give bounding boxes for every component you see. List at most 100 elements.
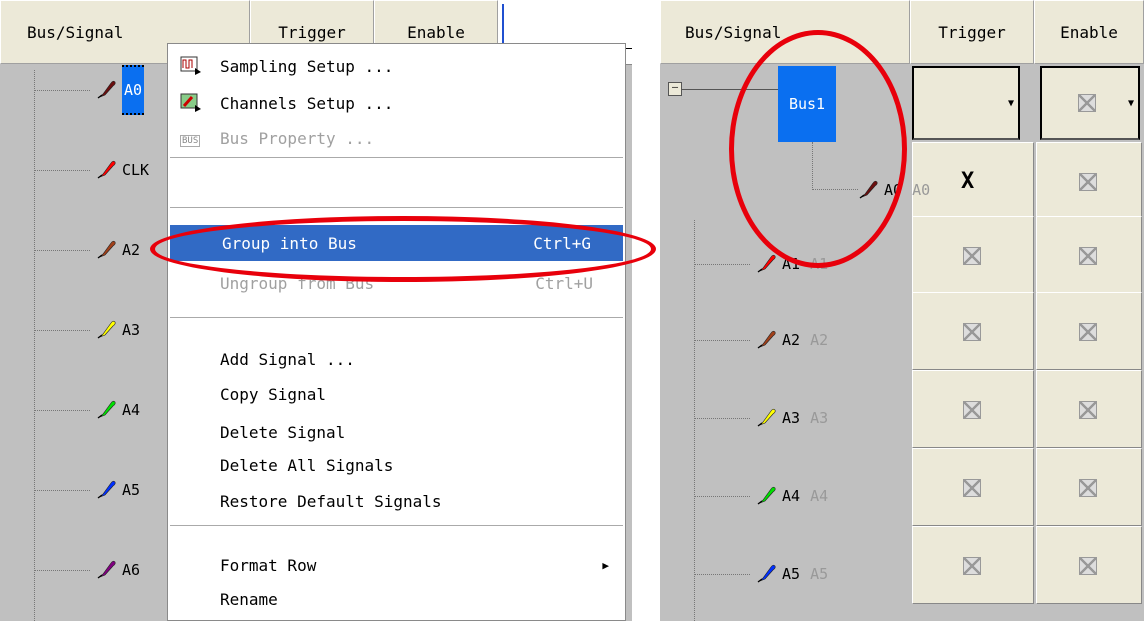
highlight-oval-right	[729, 30, 907, 268]
signal-alias: A5	[810, 565, 829, 583]
disabled-checkbox-icon	[963, 479, 981, 497]
menu-item-label: Delete All Signals	[220, 455, 394, 475]
disabled-checkbox-icon	[1079, 173, 1097, 191]
signal-row[interactable]: A3	[96, 312, 140, 348]
menu-item[interactable]: Format Row ▶	[168, 549, 625, 581]
signal-alias: A0	[912, 181, 931, 199]
enable-cell[interactable]	[1036, 292, 1142, 370]
menu-item[interactable]: Copy Signal	[168, 378, 625, 410]
signal-row[interactable]: A4	[96, 392, 140, 428]
menu-item-label: Add Signal ...	[220, 349, 355, 369]
menu-item[interactable]: Channels Setup ...	[168, 87, 625, 119]
signal-label: A3	[782, 409, 801, 427]
menu-item[interactable]: Delete All Signals	[168, 449, 625, 481]
trigger-cell[interactable]	[912, 216, 1034, 294]
tree-branch	[34, 170, 90, 171]
trigger-cell[interactable]	[912, 448, 1034, 526]
probe-icon	[756, 405, 778, 431]
bus-enable-dropdown[interactable]: ▼	[1040, 66, 1140, 140]
signal-row[interactable]: CLK	[96, 152, 149, 188]
signal-label: CLK	[122, 161, 150, 179]
menu-item[interactable]: Restore Default Signals	[168, 485, 625, 517]
menu-item[interactable]: BUS Bus Property ...	[168, 122, 625, 154]
trigger-cell[interactable]	[912, 292, 1034, 370]
trigger-header-right[interactable]: Trigger	[910, 0, 1034, 64]
probe-icon	[96, 77, 118, 103]
signal-label: A6	[122, 561, 141, 579]
disabled-checkbox-icon	[1079, 247, 1097, 265]
signal-label: A5	[122, 481, 141, 499]
bus-property-icon: BUS	[180, 135, 201, 147]
chevron-down-icon: ▼	[1007, 98, 1014, 109]
probe-icon	[96, 557, 118, 583]
tree-branch	[34, 490, 90, 491]
chevron-down-icon: ▼	[1127, 98, 1134, 109]
menu-item[interactable]: Delete Signal	[168, 416, 625, 448]
probe-icon	[96, 397, 118, 423]
probe-icon	[756, 483, 778, 509]
submenu-arrow-icon: ▶	[602, 558, 609, 572]
bus-signal-header-label: Bus/Signal	[27, 22, 124, 42]
signal-label: A5	[782, 565, 801, 583]
disabled-checkbox-icon	[963, 401, 981, 419]
bus-collapse-toggle[interactable]: —	[668, 82, 682, 96]
menu-item[interactable]: Rename	[168, 583, 625, 615]
tree-branch	[34, 410, 90, 411]
enable-cell[interactable]	[1036, 142, 1142, 220]
right-tree-line	[694, 220, 695, 621]
signal-row[interactable]: A2 A2	[756, 322, 828, 358]
signal-alias: A3	[810, 409, 829, 427]
bus-trigger-dropdown[interactable]: ▼	[912, 66, 1020, 140]
context-menu: Sampling Setup ... Channels Setup ... BUS B…	[167, 43, 626, 621]
enable-cell[interactable]	[1036, 216, 1142, 294]
probe-icon	[96, 157, 118, 183]
disabled-checkbox-icon	[1079, 401, 1097, 419]
disabled-checkbox-icon	[1079, 479, 1097, 497]
signal-label: A4	[782, 487, 801, 505]
menu-item-label: Delete Signal	[220, 422, 346, 442]
signal-label: A2	[782, 331, 801, 349]
enable-cell[interactable]	[1036, 448, 1142, 526]
enable-cell[interactable]	[1036, 526, 1142, 604]
signal-row[interactable]: A5	[96, 472, 140, 508]
menu-item-label: Rename	[220, 589, 278, 609]
enable-header-right[interactable]: Enable	[1034, 0, 1144, 64]
trigger-cell[interactable]	[912, 526, 1034, 604]
signal-label: A3	[122, 321, 141, 339]
menu-separator	[170, 207, 623, 208]
left-screenshot-panel: Bus/Signal Trigger Enable A0 CLK A2 A3 A4 A5 A…	[0, 0, 632, 621]
disabled-checkbox-icon	[963, 323, 981, 341]
menu-item[interactable]: Add Signal ...	[168, 343, 625, 375]
disabled-checkbox-icon	[1079, 323, 1097, 341]
signal-row[interactable]: A2	[96, 232, 140, 268]
enable-cell[interactable]	[1036, 370, 1142, 448]
signal-row[interactable]: A4 A4	[756, 478, 828, 514]
menu-item-label: Channels Setup ...	[220, 93, 394, 113]
tree-branch	[34, 330, 90, 331]
tree-branch	[34, 570, 90, 571]
signal-row[interactable]: A5 A5	[756, 556, 828, 592]
channels-icon	[180, 93, 202, 113]
enable-header-label: Enable	[407, 22, 465, 42]
signal-row[interactable]: A3 A3	[756, 400, 828, 436]
trigger-cell[interactable]	[912, 370, 1034, 448]
trigger-cell[interactable]: X	[912, 142, 1034, 220]
probe-icon	[756, 251, 778, 277]
right-screenshot-panel: Bus/Signal Trigger Enable — Bus1 ▼ ▼ X A0…	[660, 0, 1144, 621]
signal-row[interactable]: A6	[96, 552, 140, 588]
tree-branch	[34, 90, 90, 91]
enable-header-label-right: Enable	[1060, 22, 1118, 42]
disabled-checkbox-icon	[963, 557, 981, 575]
menu-separator	[170, 525, 623, 526]
signal-label: A0	[122, 65, 145, 115]
tree-branch	[34, 250, 90, 251]
menu-item-label: Restore Default Signals	[220, 491, 442, 511]
disabled-checkbox-icon	[963, 247, 981, 265]
disabled-checkbox-icon	[1079, 557, 1097, 575]
tree-branch	[694, 264, 750, 265]
signal-row[interactable]: A0	[96, 65, 145, 115]
menu-item-label: Bus Property ...	[220, 128, 375, 148]
probe-icon	[96, 477, 118, 503]
menu-item[interactable]: Sampling Setup ...	[168, 50, 625, 82]
probe-icon	[96, 237, 118, 263]
